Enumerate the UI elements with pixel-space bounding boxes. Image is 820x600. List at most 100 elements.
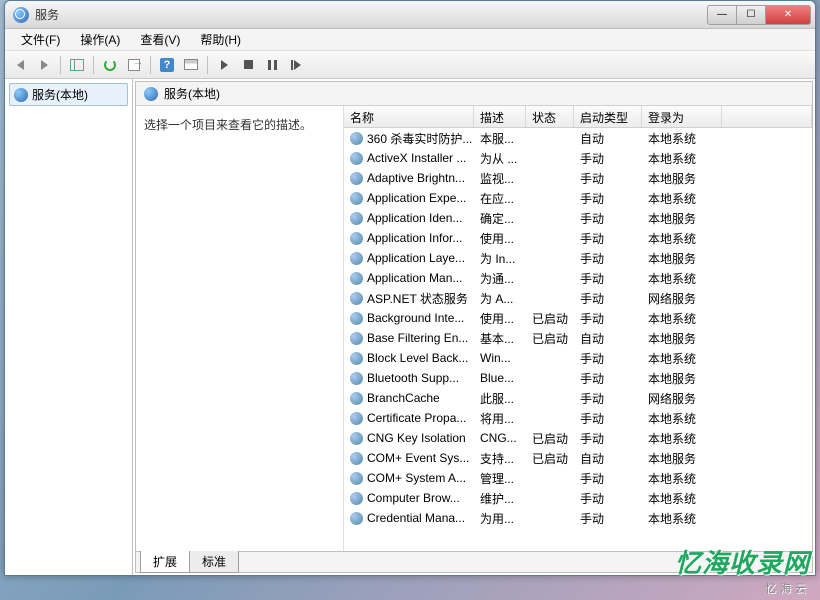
cell-desc: 为 A... <box>474 290 526 307</box>
back-button[interactable] <box>9 54 31 76</box>
cell-status: 已启动 <box>526 330 574 347</box>
service-row[interactable]: COM+ Event Sys...支持...已启动自动本地服务 <box>344 448 812 468</box>
cell-startup: 手动 <box>574 410 642 427</box>
service-row[interactable]: CNG Key IsolationCNG...已启动手动本地系统 <box>344 428 812 448</box>
cell-status: 已启动 <box>526 310 574 327</box>
cell-name: Credential Mana... <box>344 511 474 525</box>
minimize-button[interactable]: — <box>707 5 737 25</box>
service-icon <box>350 192 363 205</box>
cell-startup: 自动 <box>574 330 642 347</box>
col-status[interactable]: 状态 <box>526 106 574 127</box>
service-row[interactable]: Adaptive Brightn...监视...手动本地服务 <box>344 168 812 188</box>
cell-name: COM+ System A... <box>344 471 474 485</box>
titlebar[interactable]: 服务 — ☐ ✕ <box>5 1 815 29</box>
service-row[interactable]: ASP.NET 状态服务为 A...手动网络服务 <box>344 288 812 308</box>
cell-desc: 支持... <box>474 450 526 467</box>
separator <box>207 56 208 74</box>
service-row[interactable]: Application Infor...使用...手动本地系统 <box>344 228 812 248</box>
properties-icon <box>184 59 198 70</box>
description-hint: 选择一个项目来查看它的描述。 <box>144 118 312 132</box>
cell-logon: 本地服务 <box>642 170 722 187</box>
tab-extended[interactable]: 扩展 <box>140 551 190 573</box>
cell-name: Application Man... <box>344 271 474 285</box>
service-row[interactable]: COM+ System A...管理...手动本地系统 <box>344 468 812 488</box>
export-icon <box>128 59 140 71</box>
cell-startup: 手动 <box>574 270 642 287</box>
cell-name: Bluetooth Supp... <box>344 371 474 385</box>
start-service-button[interactable] <box>213 54 235 76</box>
cell-startup: 手动 <box>574 290 642 307</box>
cell-logon: 本地系统 <box>642 150 722 167</box>
arrow-right-icon <box>41 60 48 70</box>
cell-logon: 本地系统 <box>642 350 722 367</box>
service-row[interactable]: Computer Brow...维护...手动本地系统 <box>344 488 812 508</box>
menu-file[interactable]: 文件(F) <box>11 29 70 50</box>
cell-logon: 本地系统 <box>642 130 722 147</box>
cell-name: Application Laye... <box>344 251 474 265</box>
service-row[interactable]: Application Laye...为 In...手动本地服务 <box>344 248 812 268</box>
restart-service-button[interactable] <box>285 54 307 76</box>
service-row[interactable]: Bluetooth Supp...Blue...手动本地服务 <box>344 368 812 388</box>
cell-startup: 自动 <box>574 130 642 147</box>
cell-desc: 使用... <box>474 310 526 327</box>
cell-desc: 使用... <box>474 230 526 247</box>
col-startup[interactable]: 启动类型 <box>574 106 642 127</box>
export-button[interactable] <box>123 54 145 76</box>
service-list[interactable]: 360 杀毒实时防护...本服...自动本地系统ActiveX Installe… <box>344 128 812 551</box>
col-name[interactable]: 名称 <box>344 106 474 127</box>
refresh-icon <box>104 59 116 71</box>
cell-desc: Blue... <box>474 371 526 385</box>
cell-startup: 手动 <box>574 470 642 487</box>
service-row[interactable]: ActiveX Installer ...为从 ...手动本地系统 <box>344 148 812 168</box>
gear-icon <box>14 88 28 102</box>
close-button[interactable]: ✕ <box>765 5 811 25</box>
menu-action[interactable]: 操作(A) <box>70 29 130 50</box>
show-hide-tree-button[interactable] <box>66 54 88 76</box>
forward-button[interactable] <box>33 54 55 76</box>
app-icon <box>13 7 29 23</box>
refresh-button[interactable] <box>99 54 121 76</box>
tab-standard[interactable]: 标准 <box>189 551 239 573</box>
cell-desc: 为 In... <box>474 250 526 267</box>
list-pane: 名称 描述 状态 启动类型 登录为 360 杀毒实时防护...本服...自动本地… <box>344 106 812 551</box>
properties-button[interactable] <box>180 54 202 76</box>
service-row[interactable]: 360 杀毒实时防护...本服...自动本地系统 <box>344 128 812 148</box>
menu-view[interactable]: 查看(V) <box>130 29 190 50</box>
service-icon <box>350 292 363 305</box>
col-logon[interactable]: 登录为 <box>642 106 722 127</box>
cell-logon: 本地系统 <box>642 510 722 527</box>
service-icon <box>350 232 363 245</box>
service-row[interactable]: Certificate Propa...将用...手动本地系统 <box>344 408 812 428</box>
help-icon: ? <box>160 58 174 72</box>
service-row[interactable]: Application Expe...在应...手动本地系统 <box>344 188 812 208</box>
cell-startup: 手动 <box>574 430 642 447</box>
maximize-button[interactable]: ☐ <box>736 5 766 25</box>
pause-service-button[interactable] <box>261 54 283 76</box>
service-row[interactable]: Credential Mana...为用...手动本地系统 <box>344 508 812 528</box>
cell-desc: 此服... <box>474 390 526 407</box>
cell-name: Application Infor... <box>344 231 474 245</box>
service-icon <box>350 332 363 345</box>
service-icon <box>350 272 363 285</box>
cell-logon: 本地服务 <box>642 370 722 387</box>
service-row[interactable]: Application Man...为通...手动本地系统 <box>344 268 812 288</box>
cell-desc: 监视... <box>474 170 526 187</box>
cell-name: Computer Brow... <box>344 491 474 505</box>
service-row[interactable]: BranchCache此服...手动网络服务 <box>344 388 812 408</box>
service-icon <box>350 152 363 165</box>
help-button[interactable]: ? <box>156 54 178 76</box>
cell-startup: 手动 <box>574 310 642 327</box>
cell-startup: 手动 <box>574 510 642 527</box>
menu-help[interactable]: 帮助(H) <box>190 29 251 50</box>
stop-service-button[interactable] <box>237 54 259 76</box>
tree-root-item[interactable]: 服务(本地) <box>9 83 128 106</box>
service-row[interactable]: Application Iden...确定...手动本地服务 <box>344 208 812 228</box>
col-description[interactable]: 描述 <box>474 106 526 127</box>
service-row[interactable]: Background Inte...使用...已启动手动本地系统 <box>344 308 812 328</box>
separator <box>150 56 151 74</box>
service-row[interactable]: Base Filtering En...基本...已启动自动本地服务 <box>344 328 812 348</box>
service-icon <box>350 172 363 185</box>
cell-startup: 自动 <box>574 450 642 467</box>
cell-desc: 基本... <box>474 330 526 347</box>
service-row[interactable]: Block Level Back...Win...手动本地系统 <box>344 348 812 368</box>
